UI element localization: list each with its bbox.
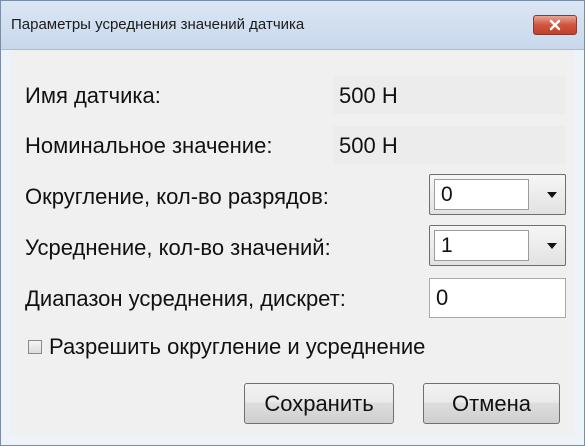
rounding-select[interactable]: 0 bbox=[429, 174, 566, 215]
dialog-window: Параметры усреднения значений датчика Им… bbox=[0, 0, 585, 446]
close-icon bbox=[549, 19, 561, 31]
rounding-select-value: 0 bbox=[434, 179, 529, 210]
sensor-name-label: Имя датчика: bbox=[25, 83, 161, 108]
cancel-button[interactable]: Отмена bbox=[423, 383, 560, 424]
nominal-value-label: Номинальное значение: bbox=[25, 133, 273, 158]
chevron-down-icon bbox=[547, 243, 557, 249]
nominal-value-field: 500 Н bbox=[332, 125, 566, 165]
averaging-select-value: 1 bbox=[434, 230, 529, 261]
averaging-label: Усреднение, кол-во значений: bbox=[25, 235, 331, 260]
rounding-label: Округление, кол-во разрядов: bbox=[25, 184, 329, 209]
title-bar[interactable]: Параметры усреднения значений датчика bbox=[1, 1, 584, 50]
range-label: Диапазон усреднения, дискрет: bbox=[25, 286, 346, 311]
enable-checkbox-label[interactable]: Разрешить округление и усреднение bbox=[49, 334, 425, 360]
range-input[interactable]: 0 bbox=[429, 278, 566, 318]
enable-checkbox[interactable] bbox=[28, 340, 42, 354]
dialog-content: Имя датчика: 500 Н Номинальное значение:… bbox=[11, 50, 574, 435]
window-title: Параметры усреднения значений датчика bbox=[11, 16, 305, 33]
save-button[interactable]: Сохранить bbox=[244, 383, 394, 424]
sensor-name-field: 500 Н bbox=[332, 75, 566, 115]
close-button[interactable] bbox=[533, 15, 577, 35]
averaging-select[interactable]: 1 bbox=[429, 225, 566, 266]
chevron-down-icon bbox=[547, 192, 557, 198]
